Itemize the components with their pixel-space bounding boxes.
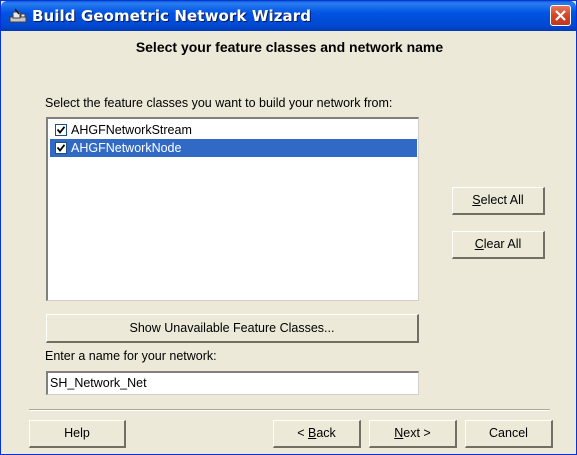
network-wizard-icon — [9, 8, 27, 24]
feature-classes-prompt: Select the feature classes you want to b… — [45, 96, 393, 110]
page-heading: Select your feature classes and network … — [135, 39, 444, 55]
checkmark-icon — [57, 126, 65, 134]
next-button[interactable]: Next > — [369, 420, 457, 448]
cancel-button[interactable]: Cancel — [465, 420, 553, 448]
select-all-button[interactable]: Select All — [452, 187, 545, 215]
feature-classes-list[interactable]: AHGFNetworkStream AHGFNetworkNode — [46, 117, 419, 301]
checkbox[interactable] — [55, 142, 67, 154]
close-button[interactable] — [550, 5, 571, 26]
list-item-label: AHGFNetworkStream — [71, 123, 192, 137]
divider — [29, 409, 550, 411]
window-title: Build Geometric Network Wizard — [32, 7, 312, 25]
help-button[interactable]: Help — [29, 420, 126, 448]
close-icon — [555, 10, 566, 21]
list-item[interactable]: AHGFNetworkNode — [50, 139, 417, 157]
checkmark-icon — [57, 144, 65, 152]
back-button[interactable]: < Back — [273, 420, 361, 448]
clear-all-button[interactable]: Clear All — [452, 231, 545, 259]
checkbox[interactable] — [55, 124, 67, 136]
network-name-input[interactable]: SH_Network_Net — [46, 371, 419, 395]
network-name-label: Enter a name for your network: — [45, 349, 217, 363]
list-item[interactable]: AHGFNetworkStream — [50, 121, 417, 139]
wizard-window: Build Geometric Network Wizard Select yo… — [0, 0, 577, 455]
title-bar[interactable]: Build Geometric Network Wizard — [1, 1, 576, 31]
list-item-label: AHGFNetworkNode — [71, 141, 182, 155]
show-unavailable-button[interactable]: Show Unavailable Feature Classes... — [46, 314, 419, 343]
